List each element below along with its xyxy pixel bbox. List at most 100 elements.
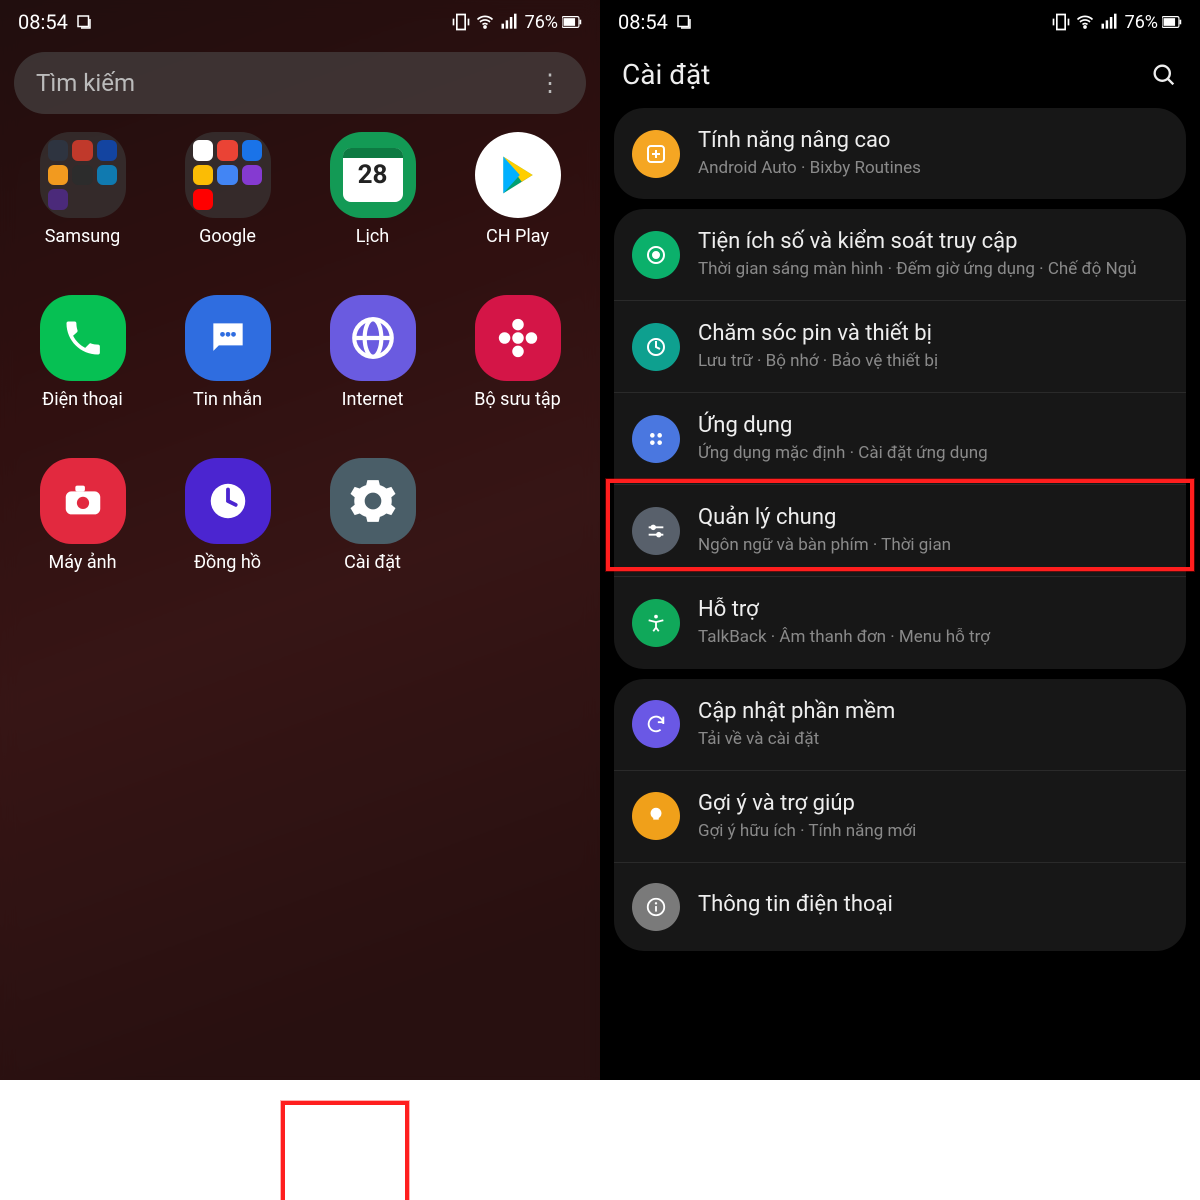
row-title: Hỗ trợ <box>698 597 990 622</box>
row-title: Cập nhật phần mềm <box>698 699 895 724</box>
status-bar: 08:54 76% <box>0 0 600 40</box>
calendar-date: 28 <box>358 160 388 190</box>
row-title: Quản lý chung <box>698 505 951 530</box>
row-subtitle: Lưu trữ · Bộ nhớ · Bảo vệ thiết bị <box>698 350 938 372</box>
more-icon[interactable]: ⋮ <box>538 69 564 97</box>
app-label: CH Play <box>486 226 549 247</box>
row-subtitle: Gợi ý hữu ích · Tính năng mới <box>698 820 916 842</box>
play-store-icon <box>475 132 561 218</box>
row-subtitle: Thời gian sáng màn hình · Đếm giờ ứng dụ… <box>698 258 1137 280</box>
row-title: Tiện ích số và kiểm soát truy cập <box>698 229 1137 254</box>
folder-icon <box>40 132 126 218</box>
row-general-management[interactable]: Quản lý chung Ngôn ngữ và bàn phím · Thờ… <box>614 484 1186 576</box>
internet-icon <box>330 295 416 381</box>
vibrate-icon <box>451 12 471 32</box>
settings-gear-icon <box>330 458 416 544</box>
bulb-icon <box>632 792 680 840</box>
folder-icon <box>185 132 271 218</box>
row-title: Tính năng nâng cao <box>698 128 921 153</box>
app-messages[interactable]: Tin nhắn <box>155 295 300 410</box>
phone-icon <box>40 295 126 381</box>
clock-icon <box>185 458 271 544</box>
app-internet[interactable]: Internet <box>300 295 445 410</box>
app-label: Google <box>199 226 256 247</box>
row-subtitle: Ngôn ngữ và bàn phím · Thời gian <box>698 534 951 556</box>
accessibility-icon <box>632 599 680 647</box>
search-placeholder: Tìm kiếm <box>36 69 135 97</box>
wifi-icon <box>1075 12 1095 32</box>
app-google-folder[interactable]: Google <box>155 132 300 247</box>
app-label: Điện thoại <box>42 389 123 410</box>
settings-panel: 08:54 76% Cài đặt Tính năng <box>600 0 1200 1200</box>
row-accessibility[interactable]: Hỗ trợ TalkBack · Âm thanh đơn · Menu hỗ… <box>614 576 1186 668</box>
row-subtitle: Android Auto · Bixby Routines <box>698 157 921 179</box>
gallery-icon <box>475 295 561 381</box>
status-time: 08:54 <box>18 10 68 34</box>
row-software-update[interactable]: Cập nhật phần mềm Tải về và cài đặt <box>614 679 1186 770</box>
row-advanced-features[interactable]: Tính năng nâng cao Android Auto · Bixby … <box>614 108 1186 199</box>
row-about-phone[interactable]: Thông tin điện thoại <box>614 862 1186 951</box>
sliders-icon <box>632 507 680 555</box>
device-care-icon <box>632 323 680 371</box>
screenshot-indicator-icon <box>674 12 694 32</box>
row-digital-wellbeing[interactable]: Tiện ích số và kiểm soát truy cập Thời g… <box>614 209 1186 300</box>
app-label: Internet <box>342 389 404 410</box>
wifi-icon <box>475 12 495 32</box>
battery-icon <box>1162 12 1182 32</box>
image-crop-whitespace <box>0 1080 1200 1200</box>
app-gallery[interactable]: Bộ sưu tập <box>445 295 590 410</box>
search-icon[interactable] <box>1150 61 1178 89</box>
info-icon <box>632 883 680 931</box>
row-title: Chăm sóc pin và thiết bị <box>698 321 938 346</box>
row-subtitle: Tải về và cài đặt <box>698 728 895 750</box>
row-device-care[interactable]: Chăm sóc pin và thiết bị Lưu trữ · Bộ nh… <box>614 300 1186 392</box>
app-clock[interactable]: Đồng hồ <box>155 458 300 573</box>
calendar-icon: 28 <box>330 132 416 218</box>
app-settings[interactable]: Cài đặt <box>300 458 445 573</box>
wellbeing-icon <box>632 231 680 279</box>
battery-icon <box>562 12 582 32</box>
app-label: Tin nhắn <box>193 389 262 410</box>
messages-icon <box>185 295 271 381</box>
signal-icon <box>1099 12 1119 32</box>
settings-group: Tính năng nâng cao Android Auto · Bixby … <box>614 108 1186 199</box>
home-screen-panel: 08:54 76% Tìm kiếm ⋮ Samsung <box>0 0 600 1200</box>
app-calendar[interactable]: 28 Lịch <box>300 132 445 247</box>
status-time: 08:54 <box>618 10 668 34</box>
row-tips-help[interactable]: Gợi ý và trợ giúp Gợi ý hữu ích · Tính n… <box>614 770 1186 862</box>
camera-icon <box>40 458 126 544</box>
battery-percent: 76% <box>1125 12 1158 33</box>
app-label: Cài đặt <box>344 552 401 573</box>
signal-icon <box>499 12 519 32</box>
app-play-store[interactable]: CH Play <box>445 132 590 247</box>
app-label: Bộ sưu tập <box>474 389 561 410</box>
row-subtitle: TalkBack · Âm thanh đơn · Menu hỗ trợ <box>698 626 990 648</box>
settings-header: Cài đặt <box>600 40 1200 107</box>
search-bar[interactable]: Tìm kiếm ⋮ <box>14 52 586 114</box>
settings-title: Cài đặt <box>622 58 710 91</box>
app-label: Lịch <box>356 226 389 247</box>
app-label: Máy ảnh <box>48 552 116 573</box>
app-samsung-folder[interactable]: Samsung <box>10 132 155 247</box>
status-bar: 08:54 76% <box>600 0 1200 40</box>
settings-group: Tiện ích số và kiểm soát truy cập Thời g… <box>614 209 1186 668</box>
settings-group: Cập nhật phần mềm Tải về và cài đặt Gợi … <box>614 679 1186 951</box>
status-right: 76% <box>451 12 582 33</box>
app-label: Đồng hồ <box>194 552 261 573</box>
update-icon <box>632 700 680 748</box>
row-apps[interactable]: Ứng dụng Ứng dụng mặc định · Cài đặt ứng… <box>614 392 1186 484</box>
row-title: Thông tin điện thoại <box>698 892 893 917</box>
vibrate-icon <box>1051 12 1071 32</box>
battery-percent: 76% <box>525 12 558 33</box>
app-grid: Samsung Google 28 Lịch CH Play <box>0 132 600 573</box>
status-right: 76% <box>1051 12 1182 33</box>
row-title: Ứng dụng <box>698 413 988 438</box>
app-label: Samsung <box>45 226 121 247</box>
advanced-icon <box>632 130 680 178</box>
app-camera[interactable]: Máy ảnh <box>10 458 155 573</box>
apps-icon <box>632 415 680 463</box>
screenshot-indicator-icon <box>74 12 94 32</box>
row-title: Gợi ý và trợ giúp <box>698 791 916 816</box>
app-phone[interactable]: Điện thoại <box>10 295 155 410</box>
row-subtitle: Ứng dụng mặc định · Cài đặt ứng dụng <box>698 442 988 464</box>
